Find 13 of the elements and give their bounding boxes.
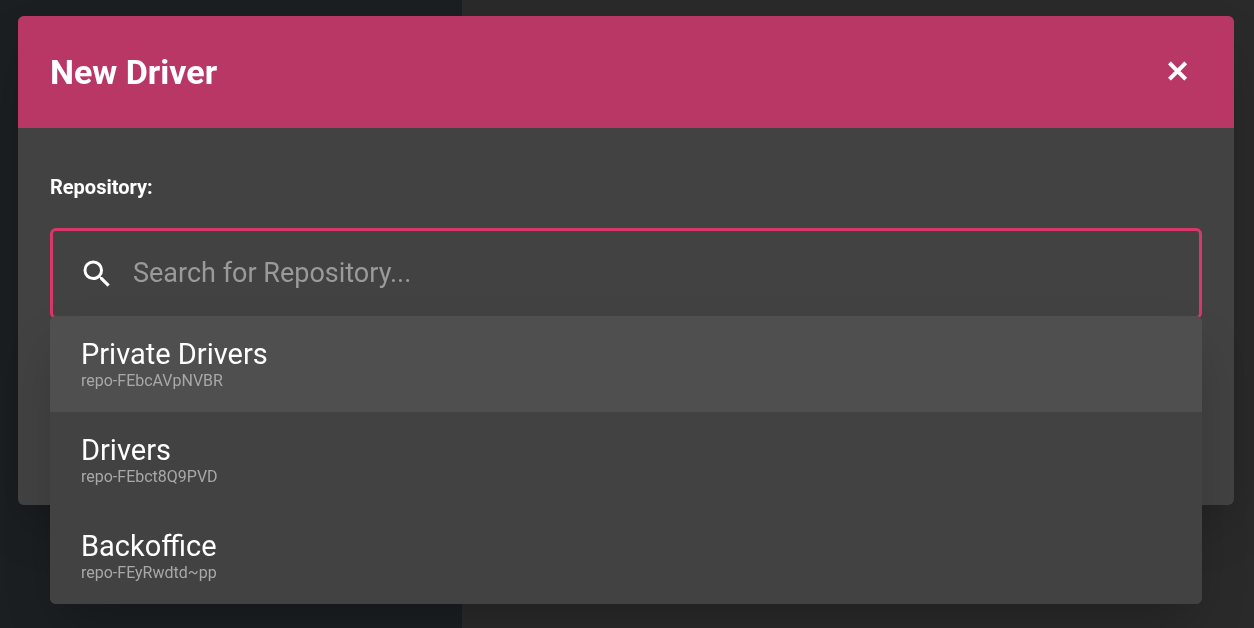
option-name: Backoffice	[81, 529, 218, 563]
dialog-title: New Driver	[50, 50, 218, 94]
close-button[interactable]: ✕	[1165, 57, 1190, 87]
option-id: repo-FEyRwdtd~pp	[81, 563, 218, 583]
option-name: Drivers	[81, 433, 172, 467]
option-id: repo-FEbcAVpNVBR	[81, 371, 224, 391]
option-id: repo-FEbct8Q9PVD	[81, 467, 219, 487]
dropdown-option[interactable]: Drivers repo-FEbct8Q9PVD	[50, 412, 1202, 508]
field-label: Repository:	[50, 174, 154, 201]
option-name: Private Drivers	[81, 337, 269, 371]
search-input[interactable]: Search for Repository...	[133, 253, 1199, 294]
dropdown-option[interactable]: Private Drivers repo-FEbcAVpNVBR	[50, 316, 1202, 412]
dropdown-option[interactable]: Backoffice repo-FEyRwdtd~pp	[50, 508, 1202, 604]
